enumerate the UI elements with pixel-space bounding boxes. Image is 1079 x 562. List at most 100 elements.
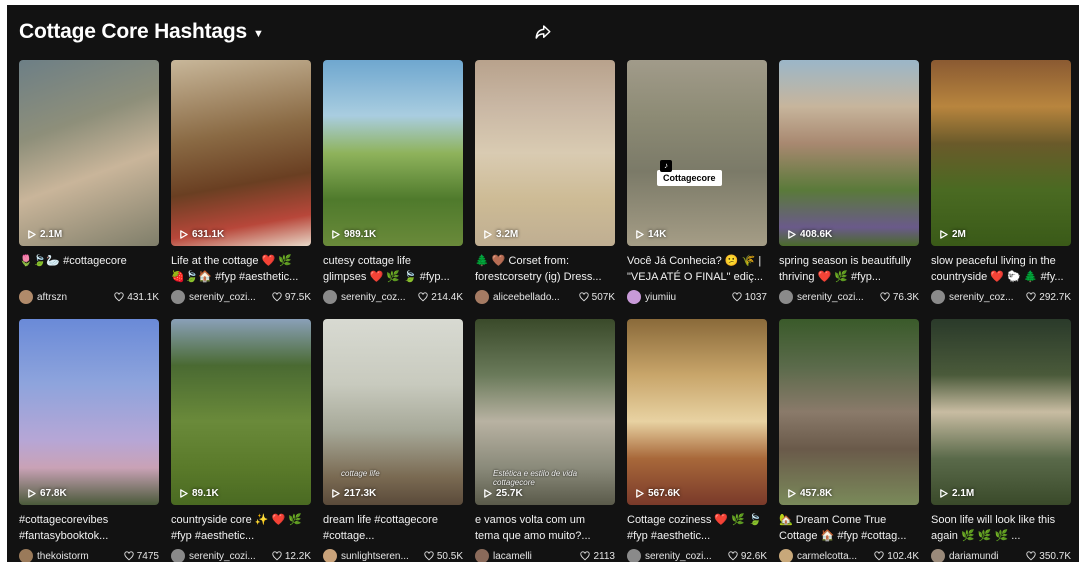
video-caption[interactable]: spring season is beautifully thriving ❤️… [779, 253, 919, 285]
author-name[interactable]: sunlightseren... [341, 551, 420, 562]
author-name[interactable]: dariamundi [949, 551, 1022, 562]
video-caption[interactable]: Life at the cottage ❤️ 🌿 🍓🍃🏠 #fyp #aesth… [171, 253, 311, 285]
heart-icon [114, 292, 124, 302]
video-thumbnail[interactable]: 67.8K [19, 319, 159, 505]
author-name[interactable]: serenity_cozi... [797, 292, 876, 303]
video-thumbnail[interactable]: 567.6K [627, 319, 767, 505]
overlay-text: Estética e estilo de vida cottagecore [493, 469, 578, 487]
like-count: 292.7K [1026, 292, 1071, 303]
caption-line-1: spring season is beautifully [779, 255, 912, 267]
video-thumbnail[interactable]: 217.3K cottage life [323, 319, 463, 505]
avatar[interactable] [627, 549, 641, 562]
video-caption[interactable]: 🏡 Dream Come True Cottage 🏠 #fyp #cottag… [779, 512, 919, 544]
view-count-label: 408.6K [800, 229, 833, 240]
video-thumbnail[interactable]: 3.2M [475, 60, 615, 246]
avatar[interactable] [171, 290, 185, 304]
video-caption[interactable]: 🌷🍃🦢 #cottagecore [19, 253, 159, 285]
heart-icon [880, 292, 890, 302]
author-name[interactable]: thekoistorm [37, 551, 120, 562]
caret-down-icon[interactable]: ▼ [253, 28, 264, 40]
video-card[interactable]: 567.6K Cottage coziness ❤️ 🌿 🍃 #fyp #aes… [627, 319, 767, 562]
overlay-text: cottage life [341, 469, 380, 478]
video-thumbnail[interactable]: 457.8K [779, 319, 919, 505]
avatar[interactable] [931, 549, 945, 562]
video-caption[interactable]: Cottage coziness ❤️ 🌿 🍃 #fyp #aesthetic.… [627, 512, 767, 544]
like-count-label: 97.5K [284, 291, 311, 303]
video-thumbnail[interactable]: 14K Cottagecore ♪ [627, 60, 767, 246]
like-count: 76.3K [880, 292, 919, 303]
author-name[interactable]: serenity_coz... [341, 292, 414, 303]
video-card[interactable]: 631.1K Life at the cottage ❤️ 🌿 🍓🍃🏠 #fyp… [171, 60, 311, 313]
author-name[interactable]: serenity_cozi... [645, 551, 724, 562]
avatar[interactable] [475, 290, 489, 304]
video-thumbnail[interactable]: 89.1K [171, 319, 311, 505]
author-name[interactable]: carmelcotta... [797, 551, 870, 562]
video-thumbnail[interactable]: 2.1M [931, 319, 1071, 505]
author-name[interactable]: serenity_cozi... [189, 292, 268, 303]
video-card[interactable]: 3.2M 🌲 🤎 Corset from: forestcorsetry (ig… [475, 60, 615, 313]
video-thumbnail[interactable]: 2.1M [19, 60, 159, 246]
video-card[interactable]: 989.1K cutesy cottage life glimpses ❤️ 🌿… [323, 60, 463, 313]
share-icon[interactable] [532, 21, 554, 43]
video-thumbnail[interactable]: 989.1K [323, 60, 463, 246]
video-card[interactable]: 408.6K spring season is beautifully thri… [779, 60, 919, 313]
avatar[interactable] [931, 290, 945, 304]
view-count-label: 14K [648, 229, 667, 240]
author-name[interactable]: yiumiiu [645, 292, 728, 303]
like-count-label: 92.6K [740, 550, 767, 562]
play-icon [180, 489, 188, 498]
avatar[interactable] [323, 549, 337, 562]
caption-line-2: tema que amo muito?... [475, 530, 591, 542]
like-count-label: 1037 [744, 291, 767, 303]
like-count: 7475 [124, 551, 159, 562]
avatar[interactable] [323, 290, 337, 304]
author-name[interactable]: aftrszn [37, 292, 110, 303]
video-thumbnail[interactable]: 631.1K [171, 60, 311, 246]
video-caption[interactable]: Soon life will look like this again 🌿 🌿 … [931, 512, 1071, 544]
author-name[interactable]: serenity_coz... [949, 292, 1022, 303]
video-card[interactable]: 2.1M Soon life will look like this again… [931, 319, 1071, 562]
avatar[interactable] [475, 549, 489, 562]
video-caption[interactable]: 🌲 🤎 Corset from: forestcorsetry (ig) Dre… [475, 253, 615, 285]
video-caption[interactable]: e vamos volta com um tema que amo muito?… [475, 512, 615, 544]
video-card[interactable]: 2.1M 🌷🍃🦢 #cottagecore aftrszn 431.1K [19, 60, 159, 313]
like-count-label: 507K [591, 291, 615, 303]
caption-line-2: Cottage 🏠 #fyp #cottag... [779, 530, 907, 542]
view-count: 408.6K [787, 229, 832, 240]
caption-line-2: 🍓🍃🏠 #fyp #aesthetic... [171, 271, 299, 283]
video-card[interactable]: 217.3K cottage life dream life #cottagec… [323, 319, 463, 562]
author-name[interactable]: aliceebellado... [493, 292, 575, 303]
video-caption[interactable]: cutesy cottage life glimpses ❤️ 🌿 🍃 #fyp… [323, 253, 463, 285]
video-card[interactable]: 14K Cottagecore ♪ Você Já Conhecia? 😕 🌾 |… [627, 60, 767, 313]
video-thumbnail[interactable]: 25.7K Estética e estilo de vida cottagec… [475, 319, 615, 505]
video-meta: serenity_coz... 292.7K [931, 288, 1071, 306]
avatar[interactable] [627, 290, 641, 304]
video-caption[interactable]: #cottagecorevibes #fantasybooktok... [19, 512, 159, 544]
video-caption[interactable]: slow peaceful living in the countryside … [931, 253, 1071, 285]
video-meta: dariamundi 350.7K [931, 547, 1071, 562]
avatar[interactable] [171, 549, 185, 562]
video-card[interactable]: 457.8K 🏡 Dream Come True Cottage 🏠 #fyp … [779, 319, 919, 562]
avatar[interactable] [779, 290, 793, 304]
caption-line-1: Soon life will look like this [931, 514, 1056, 526]
video-caption[interactable]: Você Já Conhecia? 😕 🌾 | "VEJA ATÉ O FINA… [627, 253, 767, 285]
play-icon [636, 489, 644, 498]
video-caption[interactable]: dream life #cottagecore #cottage... [323, 512, 463, 544]
video-card[interactable]: 67.8K #cottagecorevibes #fantasybooktok.… [19, 319, 159, 562]
video-thumbnail[interactable]: 408.6K [779, 60, 919, 246]
avatar[interactable] [19, 290, 33, 304]
video-card[interactable]: 89.1K countryside core ✨ ❤️ 🌿 #fyp #aest… [171, 319, 311, 562]
view-count-label: 67.8K [40, 488, 67, 499]
like-count: 214.4K [418, 292, 463, 303]
avatar[interactable] [19, 549, 33, 562]
author-name[interactable]: lacamelli [493, 551, 576, 562]
view-count-label: 631.1K [192, 229, 225, 240]
author-name[interactable]: serenity_cozi... [189, 551, 268, 562]
video-thumbnail[interactable]: 2M [931, 60, 1071, 246]
video-caption[interactable]: countryside core ✨ ❤️ 🌿 #fyp #aesthetic.… [171, 512, 311, 544]
view-count-label: 2M [952, 229, 966, 240]
video-card[interactable]: 25.7K Estética e estilo de vida cottagec… [475, 319, 615, 562]
avatar[interactable] [779, 549, 793, 562]
video-card[interactable]: 2M slow peaceful living in the countrysi… [931, 60, 1071, 313]
view-count: 631.1K [179, 229, 224, 240]
